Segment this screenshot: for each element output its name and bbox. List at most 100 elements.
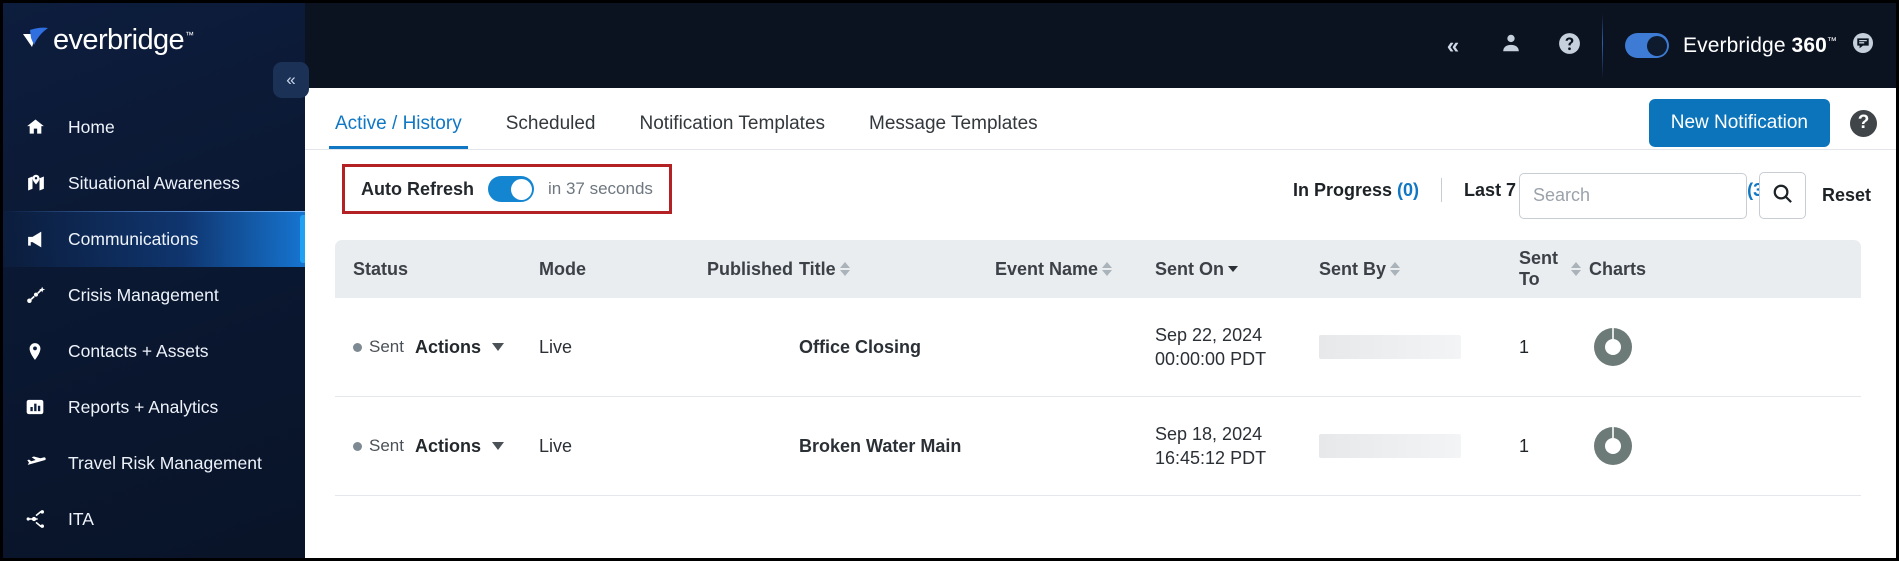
column-header-title[interactable]: Title [795, 259, 991, 280]
megaphone-icon [25, 226, 55, 252]
status-dot-icon [353, 441, 362, 451]
sidebar-item-reports-analytics[interactable]: Reports + Analytics [3, 379, 305, 435]
toggle-knob [510, 178, 532, 200]
sidebar-item-label: Travel Risk Management [68, 452, 262, 473]
search-button[interactable] [1758, 172, 1806, 219]
page-actions: New Notification ? [1648, 99, 1877, 147]
main-content: Active / History Scheduled Notification … [305, 88, 1896, 558]
topbar-divider [1602, 12, 1604, 79]
column-header-mode[interactable]: Mode [535, 259, 703, 280]
status-badge: Sent [369, 436, 404, 455]
column-header-event-name[interactable]: Event Name [991, 259, 1151, 280]
feedback-button[interactable] [1851, 31, 1875, 60]
cell-sent-by [1315, 335, 1515, 359]
sidebar-item-label: Home [68, 116, 115, 137]
everbridge-logo[interactable]: everbridge™ [21, 19, 221, 61]
everbridge-360-toggle-group[interactable]: Everbridge 360™ [1607, 31, 1881, 60]
sort-icon[interactable] [1102, 262, 1113, 276]
tab-notification-templates[interactable]: Notification Templates [640, 113, 826, 149]
search-input[interactable] [1518, 172, 1747, 219]
cell-sent-by [1315, 434, 1515, 458]
sidebar-item-label: Situational Awareness [68, 172, 240, 193]
topbar-collapse-button[interactable]: « [1424, 16, 1482, 76]
status-dot-icon [353, 342, 362, 352]
bar-chart-icon [25, 394, 55, 420]
sidebar-item-situational-awareness[interactable]: Situational Awareness [3, 155, 305, 211]
new-notification-button[interactable]: New Notification [1648, 99, 1830, 147]
chevron-double-left-icon: « [1446, 32, 1460, 58]
table-row[interactable]: Sent Actions Live Office Closing Sep 22,… [335, 298, 1861, 397]
user-icon [1500, 32, 1522, 59]
sidebar-collapse-button[interactable]: « [273, 62, 309, 98]
cell-charts[interactable] [1585, 323, 1735, 371]
sort-icon[interactable] [1390, 262, 1401, 276]
column-header-sent-by[interactable]: Sent By [1315, 259, 1515, 280]
top-bar-actions: « Everbridge 360™ [1424, 12, 1881, 79]
user-profile-button[interactable] [1482, 16, 1540, 76]
cell-sent-on: Sep 18, 2024 16:45:12 PDT [1151, 422, 1315, 471]
chevron-down-icon [492, 343, 504, 351]
app-window: everbridge™ « Home Situational Awareness… [0, 0, 1899, 561]
tab-message-templates[interactable]: Message Templates [869, 113, 1038, 149]
cell-sent-to: 1 [1519, 435, 1530, 456]
cell-mode: Live [539, 336, 573, 357]
status-badge: Sent [369, 337, 404, 356]
sidebar-item-crisis-management[interactable]: Crisis Management [3, 267, 305, 323]
everbridge-360-toggle[interactable] [1625, 33, 1670, 58]
top-bar: « Everbridge 360™ [305, 3, 1896, 88]
help-button[interactable] [1540, 16, 1598, 76]
network-nodes-icon [25, 506, 55, 532]
column-header-sent-on[interactable]: Sent On [1151, 259, 1315, 280]
sidebar-nav: Home Situational Awareness Communication… [3, 99, 305, 547]
sent-on-time: 00:00:00 PDT [1155, 349, 1267, 369]
cell-title[interactable]: Broken Water Main [795, 436, 991, 457]
row-actions-dropdown[interactable]: Actions [415, 337, 504, 358]
auto-refresh-countdown: in 37 seconds [548, 179, 653, 198]
redacted-value [1319, 434, 1461, 458]
table-header-row: Status Mode Published Title Event Name S… [335, 240, 1861, 298]
sort-icon[interactable] [1571, 262, 1581, 276]
sort-icon-desc[interactable] [1228, 266, 1239, 272]
search-area: Reset [1518, 172, 1871, 219]
filter-in-progress[interactable]: In Progress (0) [1293, 180, 1441, 201]
sent-on-time: 16:45:12 PDT [1155, 448, 1267, 468]
sidebar: everbridge™ « Home Situational Awareness… [3, 3, 309, 558]
auto-refresh-label: Auto Refresh [361, 178, 475, 199]
column-header-sent-to[interactable]: Sent To [1515, 248, 1585, 290]
page-help-button[interactable]: ? [1850, 109, 1877, 137]
sidebar-item-communications[interactable]: Communications [3, 211, 305, 267]
sent-on-date: Sep 22, 2024 [1155, 324, 1263, 345]
auto-refresh-toggle[interactable] [488, 176, 535, 202]
sidebar-item-home[interactable]: Home [3, 99, 305, 155]
auto-refresh-control[interactable]: Auto Refresh in 37 seconds [342, 164, 672, 214]
location-pin-icon [25, 338, 55, 364]
map-pin-icon [25, 170, 55, 196]
table-row[interactable]: Sent Actions Live Broken Water Main Sep … [335, 397, 1861, 496]
notifications-table: Status Mode Published Title Event Name S… [335, 240, 1861, 496]
cell-charts[interactable] [1585, 422, 1735, 470]
sidebar-item-travel-risk-management[interactable]: Travel Risk Management [3, 435, 305, 491]
donut-chart-icon [1589, 323, 1637, 371]
cell-status: Sent Actions [335, 436, 535, 457]
tab-bar: Active / History Scheduled Notification … [305, 88, 1896, 150]
sidebar-item-contacts-assets[interactable]: Contacts + Assets [3, 323, 305, 379]
sort-icon[interactable] [839, 262, 850, 276]
sidebar-item-label: Crisis Management [68, 284, 219, 305]
tab-active-history[interactable]: Active / History [329, 113, 468, 149]
sent-on-date: Sep 18, 2024 [1155, 423, 1263, 444]
tab-scheduled[interactable]: Scheduled [506, 113, 596, 149]
cell-sent-to: 1 [1519, 336, 1530, 357]
column-header-status[interactable]: Status [335, 259, 535, 280]
airplane-icon [25, 450, 55, 476]
table-toolbar: Auto Refresh in 37 seconds In Progress (… [305, 150, 1896, 240]
row-actions-dropdown[interactable]: Actions [415, 436, 504, 457]
cell-title[interactable]: Office Closing [795, 337, 991, 358]
column-header-published[interactable]: Published [703, 259, 795, 280]
cell-status: Sent Actions [335, 337, 535, 358]
reset-link[interactable]: Reset [1822, 185, 1871, 206]
cell-mode: Live [539, 435, 573, 456]
everbridge-check-logo [21, 26, 51, 54]
chevron-down-icon [492, 442, 504, 450]
help-circle-icon [1557, 31, 1582, 61]
sidebar-item-ita[interactable]: ITA [3, 491, 305, 547]
